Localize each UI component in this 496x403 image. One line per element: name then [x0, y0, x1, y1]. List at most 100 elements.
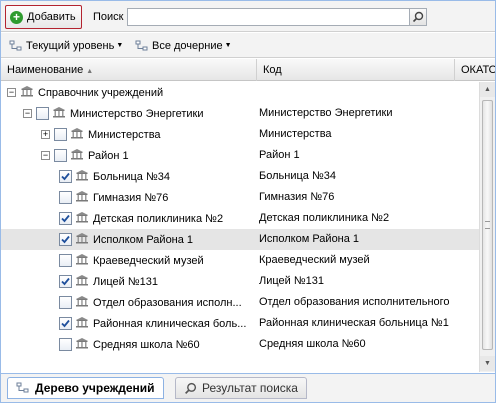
tree-node-code: Больница №34 [259, 170, 336, 182]
collapse-icon[interactable]: − [23, 109, 32, 118]
row-checkbox[interactable] [59, 170, 72, 183]
row-checkbox[interactable] [59, 212, 72, 225]
vertical-scrollbar[interactable]: ▲ ▼ [479, 82, 495, 372]
tree-node-code: Министерство Энергетики [259, 107, 393, 119]
row-checkbox[interactable] [36, 107, 49, 120]
column-header-name[interactable]: Наименование ▲ [1, 59, 257, 81]
row-checkbox[interactable] [59, 191, 72, 204]
row-checkbox[interactable] [59, 338, 72, 351]
institution-icon [70, 148, 84, 163]
tree-row[interactable]: Больница №34 Больница №34 [1, 166, 479, 187]
row-checkbox[interactable] [54, 128, 67, 141]
tree-icon [16, 382, 29, 393]
tree-node-name-cell: Детская поликлиника №2 [59, 208, 223, 229]
current-level-button[interactable]: Текущий уровень ▼ [9, 37, 123, 54]
search-input[interactable] [127, 8, 410, 26]
tab-institutions-tree[interactable]: Дерево учреждений [7, 377, 164, 399]
collapse-icon[interactable]: − [7, 88, 16, 97]
tree-row[interactable]: Исполком Района 1 Исполком Района 1 [1, 229, 479, 250]
column-header-okato[interactable]: ОКАТО [455, 59, 495, 81]
column-header-name-label: Наименование [7, 64, 84, 76]
institution-icon [75, 253, 89, 268]
institutions-panel: + Добавить Поиск Текущий уровень ▼ Все д… [0, 0, 496, 403]
tree-node-code: Район 1 [259, 149, 300, 161]
tree-node-code: Отдел образования исполнительного [259, 296, 450, 308]
scroll-thumb[interactable] [482, 100, 493, 350]
scope-toolbar: Текущий уровень ▼ Все дочерние ▼ [1, 33, 495, 58]
row-checkbox[interactable] [59, 233, 72, 246]
institution-icon [70, 127, 84, 142]
tree-row[interactable]: Гимназия №76 Гимназия №76 [1, 187, 479, 208]
dropdown-arrow-icon: ▼ [224, 42, 232, 49]
add-button-label: Добавить [27, 11, 76, 23]
current-level-label: Текущий уровень [26, 39, 115, 52]
tree-node-label: Детская поликлиника №2 [93, 212, 224, 225]
tab-search-results[interactable]: Результат поиска [175, 377, 307, 399]
institution-icon [52, 106, 66, 121]
scroll-down-icon[interactable]: ▼ [480, 356, 495, 371]
tree-row[interactable]: − Министерство Энергетики Министерство Эне… [1, 103, 479, 124]
grid-header: Наименование ▲ Код ОКАТО [1, 59, 495, 81]
all-children-label: Все дочерние [152, 39, 223, 52]
column-header-code-label: Код [263, 64, 282, 76]
tree-node-name-cell: Отдел образования исполн... [59, 292, 242, 313]
tree-node-name-cell: Больница №34 [59, 166, 170, 187]
tree-node-label: Больница №34 [93, 170, 170, 183]
tree-node-code: Краеведческий музей [259, 254, 370, 266]
tree-node-code: Районная клиническая больница №1 [259, 317, 449, 329]
tree-node-name-cell: Районная клиническая боль... [59, 313, 246, 334]
dropdown-arrow-icon: ▼ [116, 42, 124, 49]
tree-row[interactable]: − Справочник учреждений [1, 82, 479, 103]
search-icon [185, 382, 197, 394]
tree-node-name-cell: − Министерство Энергетики [23, 103, 204, 124]
tree-node-name-cell: + Министерства [41, 124, 161, 145]
collapse-icon[interactable]: − [41, 151, 50, 160]
hierarchy-icon [9, 40, 22, 50]
tree-node-code: Исполком Района 1 [259, 233, 360, 245]
tree-node-code [259, 82, 459, 103]
row-checkbox[interactable] [59, 254, 72, 267]
tree-node-name-cell: − Район 1 [41, 145, 129, 166]
institution-icon [75, 295, 89, 310]
tree-node-label: Справочник учреждений [38, 86, 164, 99]
tree-row[interactable]: + Министерства Министерства [1, 124, 479, 145]
top-toolbar: + Добавить Поиск [1, 1, 495, 32]
tree-node-name-cell: − Справочник учреждений [7, 82, 163, 103]
all-children-button[interactable]: Все дочерние ▼ [135, 37, 232, 54]
tree-row[interactable]: Отдел образования исполн... Отдел образов… [1, 292, 479, 313]
row-checkbox[interactable] [59, 317, 72, 330]
add-button[interactable]: + Добавить [5, 5, 82, 29]
row-checkbox[interactable] [54, 149, 67, 162]
tree-node-label: Районная клиническая боль... [93, 317, 247, 330]
tree-node-code: Средняя школа №60 [259, 338, 366, 350]
tree-node-name-cell: Краеведческий музей [59, 250, 204, 271]
grip-icon [485, 221, 490, 229]
tree-node-name-cell: Гимназия №76 [59, 187, 168, 208]
magnifier-icon [412, 11, 424, 23]
tab-label: Результат поиска [202, 381, 298, 395]
tree-node-label: Министерство Энергетики [70, 107, 204, 120]
row-checkbox[interactable] [59, 296, 72, 309]
tree-row[interactable]: Лицей №131 Лицей №131 [1, 271, 479, 292]
tab-label: Дерево учреждений [35, 381, 155, 395]
tree-node-label: Средняя школа №60 [93, 338, 200, 351]
scroll-up-icon[interactable]: ▲ [480, 82, 495, 97]
tree-row[interactable]: − Район 1 Район 1 [1, 145, 479, 166]
sort-asc-icon: ▲ [86, 68, 94, 75]
tree-node-label: Краеведческий музей [93, 254, 204, 267]
tree-row[interactable]: Краеведческий музей Краеведческий музей [1, 250, 479, 271]
expand-icon[interactable]: + [41, 130, 50, 139]
tree-row[interactable]: Детская поликлиника №2 Детская поликлиник… [1, 208, 479, 229]
search-button[interactable] [409, 8, 427, 26]
tree-row[interactable]: Районная клиническая боль... Районная кли… [1, 313, 479, 334]
tree-node-name-cell: Исполком Района 1 [59, 229, 193, 250]
column-header-okato-label: ОКАТО [461, 64, 495, 76]
hierarchy-icon [135, 40, 148, 50]
tree-node-code: Лицей №131 [259, 275, 325, 287]
institution-icon [75, 274, 89, 289]
row-checkbox[interactable] [59, 275, 72, 288]
tree-node-label: Гимназия №76 [93, 191, 169, 204]
tree-row[interactable]: Средняя школа №60 Средняя школа №60 [1, 334, 479, 355]
column-header-code[interactable]: Код [257, 59, 455, 81]
tree-node-label: Лицей №131 [93, 275, 159, 288]
